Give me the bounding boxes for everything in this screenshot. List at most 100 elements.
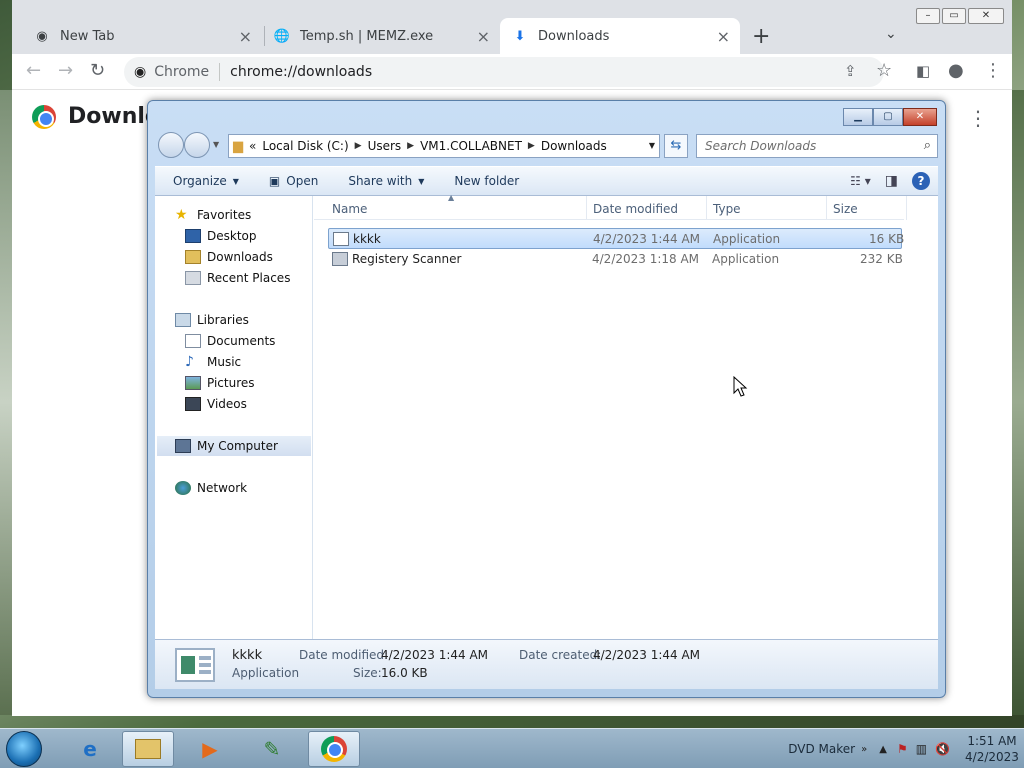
share-with-button[interactable]: Share with ▼ [348,174,424,188]
refresh-button[interactable]: ⇆ [664,134,688,158]
desktop-wallpaper-right [1012,90,1024,715]
nav-recent-places[interactable]: Recent Places [185,268,290,288]
network-status-icon[interactable]: ▥ [916,742,927,756]
organize-button[interactable]: Organize ▼ [173,174,239,188]
column-name[interactable]: Name [332,202,367,216]
restore-button[interactable]: ▭ [942,8,966,24]
breadcrumb-arrow-icon[interactable]: ▶ [407,141,414,151]
show-hidden-icons-icon[interactable]: ▲ [879,744,887,755]
minimize-button[interactable]: ▁ [843,108,873,126]
address-bar[interactable]: ◉ Chrome chrome://downloads [124,57,884,87]
open-button[interactable]: ▣ Open [269,174,318,188]
internet-explorer-icon[interactable]: e [64,731,116,767]
sort-indicator-icon: ▲ [448,193,455,202]
breadcrumb-arrow-icon[interactable]: ▶ [355,141,362,151]
nav-favorites[interactable]: ★ Favorites [175,205,251,225]
column-divider[interactable] [906,196,907,220]
close-icon[interactable]: × [717,27,730,46]
action-center-warning-icon[interactable]: ⚑ [897,742,908,756]
nav-desktop[interactable]: Desktop [185,226,257,246]
tab-downloads[interactable]: ⬇ Downloads × [500,18,740,54]
new-folder-label: New folder [454,174,520,188]
search-placeholder: Search Downloads [705,139,817,153]
nav-music[interactable]: ♪ Music [185,352,241,372]
nav-label: Music [207,355,242,369]
file-date: 4/2/2023 1:18 AM [592,252,700,266]
column-type[interactable]: Type [713,202,741,216]
star-icon[interactable]: ☆ [876,60,892,81]
chrome-icon [321,736,347,762]
recent-pages-chevron-icon[interactable]: ▼ [213,140,219,149]
details-pane: kkkk Application Date modified: 4/2/2023… [155,639,938,689]
chrome-taskbar-icon[interactable] [308,731,360,767]
search-input[interactable]: Search Downloads ⌕ [696,134,938,158]
clock[interactable]: 1:51 AM 4/2/2023 [960,733,1024,765]
search-icon[interactable]: ⌕ [924,138,931,153]
column-divider[interactable] [826,196,827,220]
media-player-icon[interactable]: ▶ [184,731,236,767]
side-panel-icon[interactable]: ◧ [916,62,930,80]
breadcrumb-item[interactable]: Users [368,139,402,153]
breadcrumb-item[interactable]: Downloads [541,139,607,153]
column-divider[interactable] [586,196,587,220]
forward-arrow-icon[interactable]: → [58,60,73,81]
column-headers: ▲ Name Date modified Type Size [314,193,907,220]
nav-libraries[interactable]: Libraries [175,310,249,330]
close-icon[interactable]: × [239,27,252,46]
breadcrumb-item[interactable]: VM1.COLLABNET [420,139,522,153]
tray-toolbar-label[interactable]: DVD Maker [788,742,855,756]
windows-explorer-icon[interactable] [122,731,174,767]
close-button[interactable]: ✕ [968,8,1004,24]
volume-muted-icon[interactable]: 🔇 [935,742,950,756]
application-large-icon [175,648,215,682]
address-breadcrumb[interactable]: ▆ « Local Disk (C:) ▶ Users ▶ VM1.COLLAB… [228,134,660,158]
back-arrow-icon[interactable]: ← [26,60,41,81]
address-dropdown-icon[interactable]: ▼ [649,141,655,150]
recent-places-icon [185,271,201,285]
nav-network[interactable]: Network [175,478,247,498]
nav-pictures[interactable]: Pictures [185,373,255,393]
notepad-plus-plus-icon[interactable]: ✎ [246,731,298,767]
help-icon[interactable]: ? [912,172,930,190]
organize-label: Organize [173,174,227,188]
chrome-menu-icon[interactable]: ⋮ [984,60,1002,81]
file-row-registery-scanner[interactable]: Registery Scanner 4/2/2023 1:18 AM Appli… [328,249,903,270]
change-view-icon[interactable]: ☷ ▾ [850,174,871,188]
reload-icon[interactable]: ↻ [90,60,105,81]
new-tab-button[interactable]: + [752,24,770,49]
column-divider[interactable] [706,196,707,220]
close-button[interactable]: ✕ [903,108,937,126]
new-folder-button[interactable]: New folder [454,174,519,188]
expand-chevron-icon[interactable]: » [861,744,867,755]
breadcrumb-item[interactable]: Local Disk (C:) [262,139,348,153]
file-row-kkkk[interactable]: kkkk 4/2/2023 1:44 AM Application 16 KB [328,228,904,249]
folder-icon: ▆ [233,138,243,154]
tab-temp-sh[interactable]: 🌐 Temp.sh | MEMZ.exe × [262,18,500,54]
tab-search-chevron-icon[interactable]: ⌄ [885,26,897,42]
column-date-modified[interactable]: Date modified [593,202,678,216]
breadcrumb-arrow-icon[interactable]: ▶ [528,141,535,151]
column-size[interactable]: Size [833,202,858,216]
close-icon[interactable]: × [477,27,490,46]
minimize-button[interactable]: – [916,8,940,24]
more-actions-icon[interactable]: ⋮ [968,106,988,130]
file-size: 232 KB [860,252,903,266]
share-icon[interactable]: ⇪ [844,62,857,80]
nav-my-computer[interactable]: My Computer [157,436,311,456]
tab-new-tab[interactable]: ◉ New Tab × [22,18,262,54]
desktop-wallpaper-left [0,90,12,715]
nav-label: Documents [207,334,276,348]
open-label: Open [286,174,319,188]
nav-downloads[interactable]: Downloads [185,247,273,267]
start-button[interactable] [6,731,42,767]
preview-pane-icon[interactable]: ◨ [885,173,898,189]
profile-avatar-icon[interactable]: ● [948,60,964,81]
nav-videos[interactable]: Videos [185,394,247,414]
back-button[interactable] [158,132,184,158]
globe-icon: 🌐 [273,28,291,44]
maximize-button[interactable]: ▢ [873,108,903,126]
overflow-chevrons-icon[interactable]: « [249,139,256,153]
videos-icon [185,397,201,411]
forward-button[interactable] [184,132,210,158]
nav-documents[interactable]: Documents [185,331,275,351]
